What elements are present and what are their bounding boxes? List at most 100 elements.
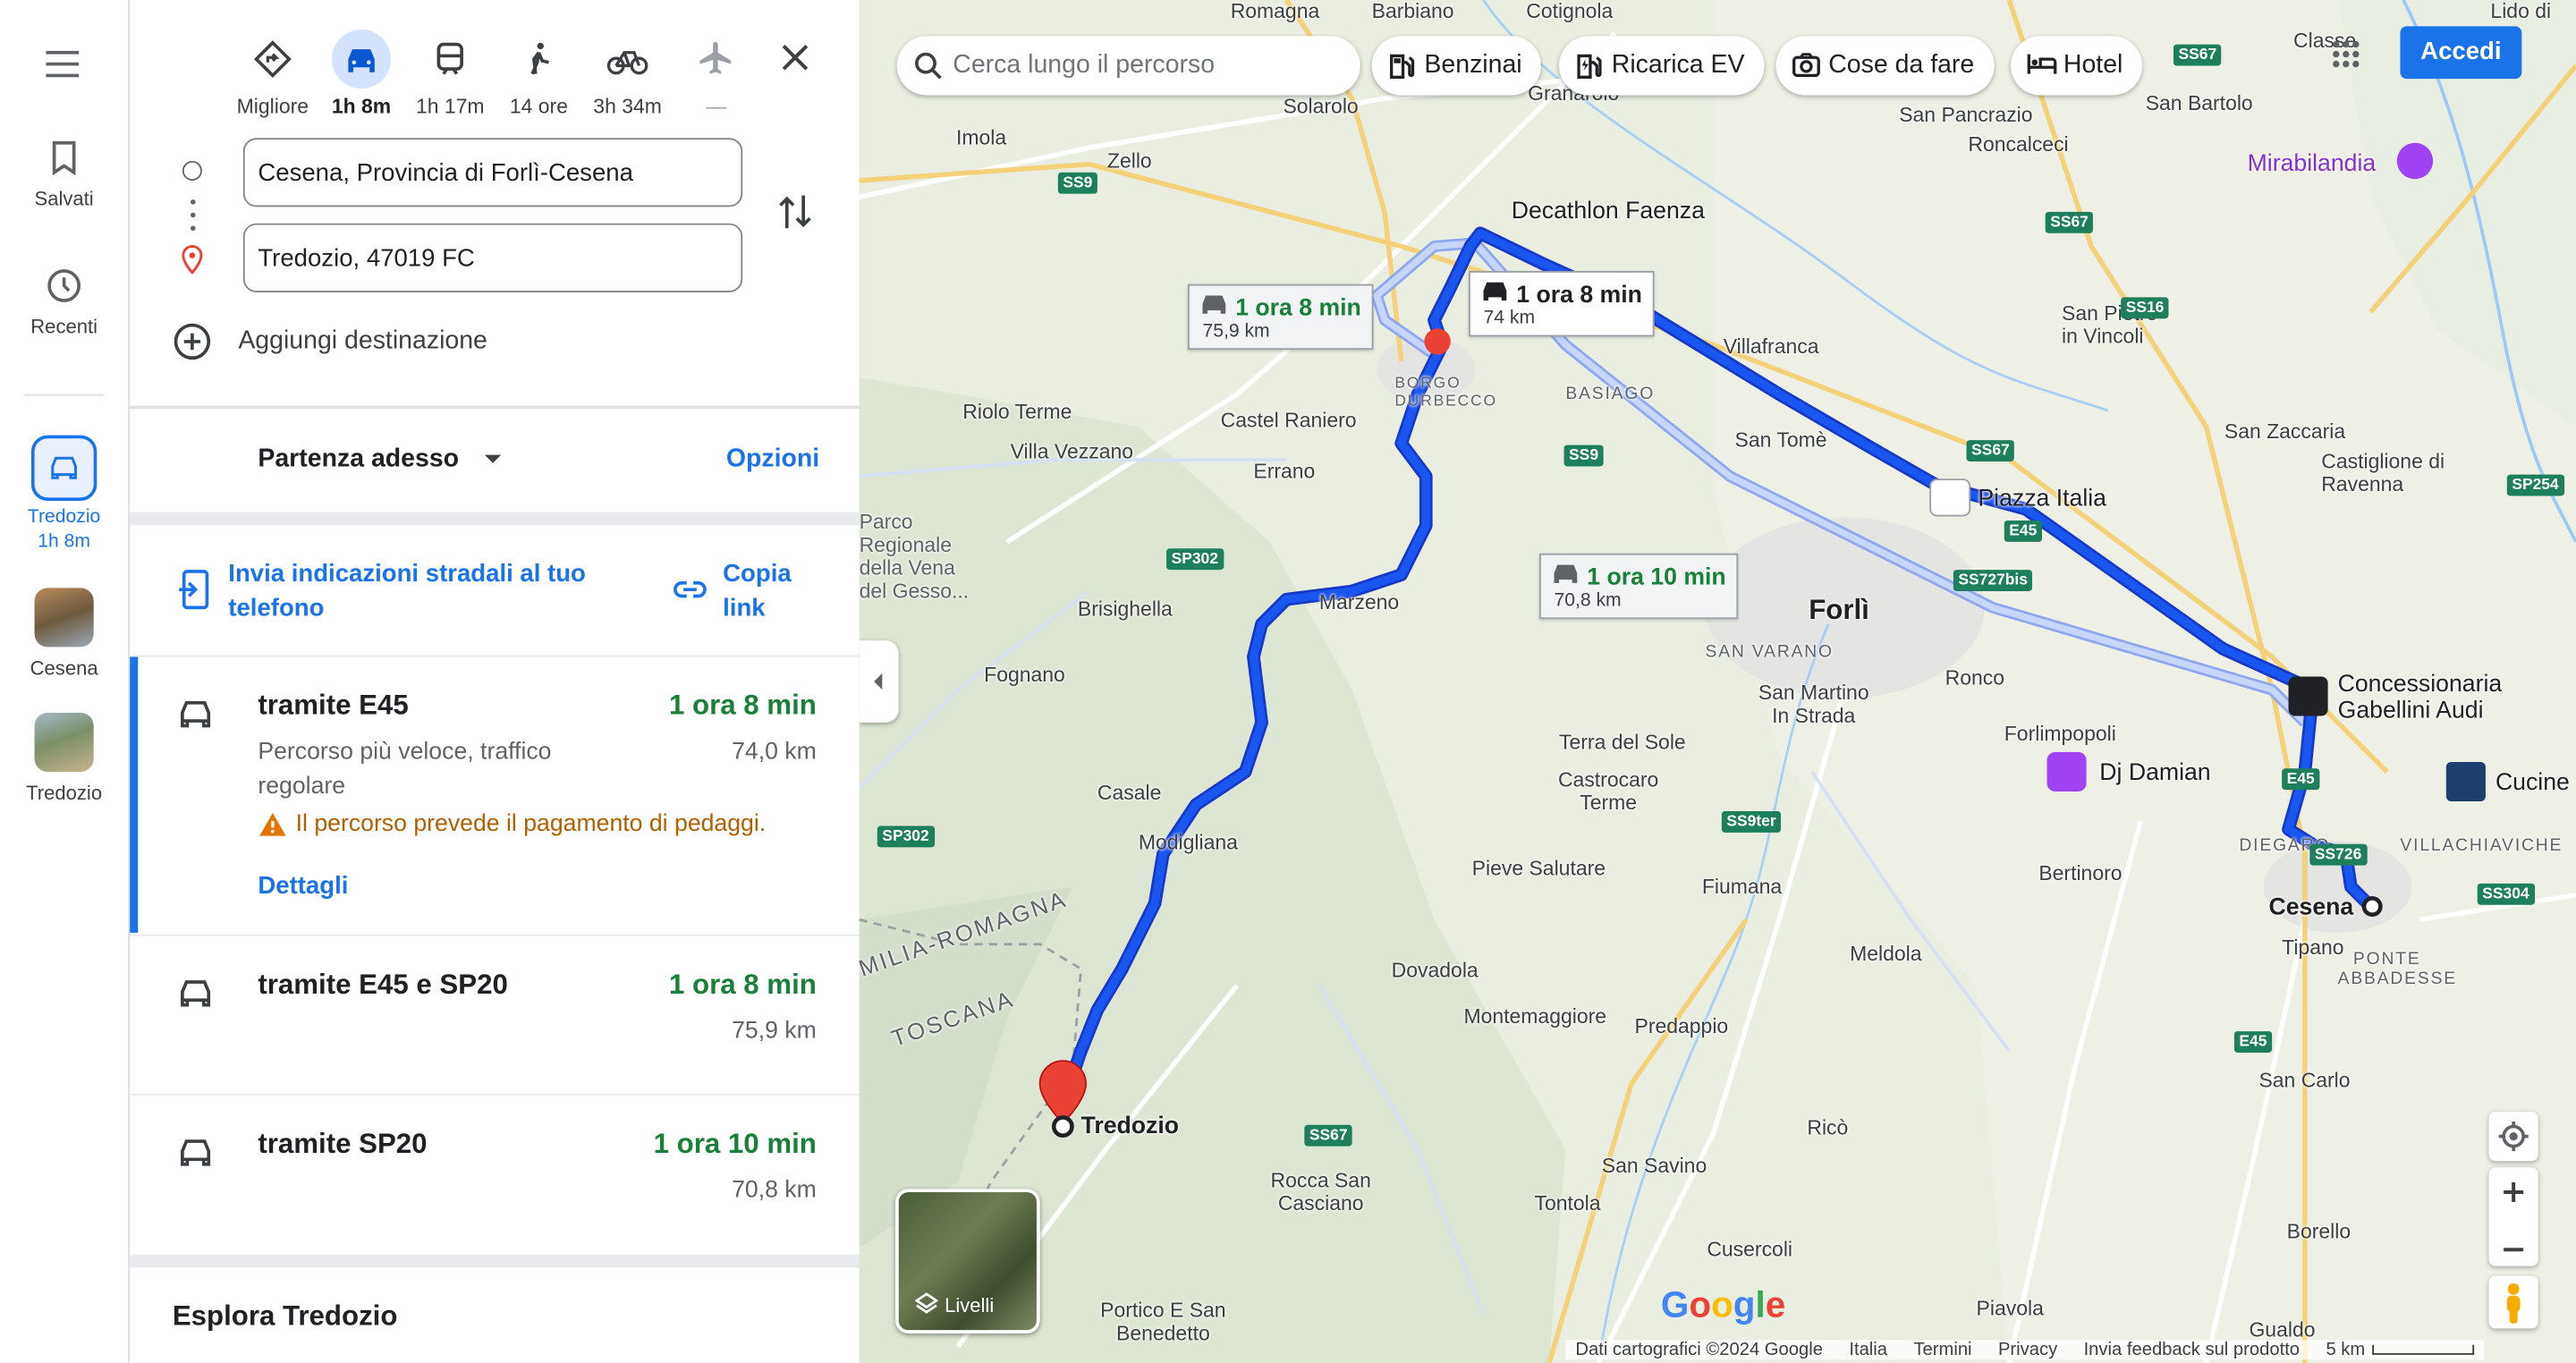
route-option-2[interactable]: tramite E45 e SP20 1 ora 8 min 75,9 km bbox=[130, 936, 859, 1094]
country-link[interactable]: Italia bbox=[1849, 1340, 1887, 1359]
cesena-thumbnail-label: Cesena bbox=[30, 656, 98, 681]
my-location-button[interactable] bbox=[2488, 1112, 2538, 1162]
close-icon[interactable] bbox=[774, 36, 817, 79]
map-label: San Zaccaria bbox=[2224, 420, 2346, 444]
car-icon bbox=[181, 980, 211, 1007]
map-label: San Tomè bbox=[1734, 428, 1827, 452]
privacy-link[interactable]: Privacy bbox=[1998, 1340, 2057, 1359]
cesena-thumbnail[interactable] bbox=[34, 588, 94, 648]
map-canvas[interactable]: Romagna Barbiano Cotignola Lido di Class… bbox=[859, 0, 2576, 1363]
destination-pin-icon bbox=[182, 244, 203, 275]
divider bbox=[130, 405, 860, 410]
destination-input[interactable]: Tredozio, 47019 FC bbox=[242, 223, 743, 292]
map-label: Piavola bbox=[1976, 1297, 2044, 1321]
swap-icon[interactable] bbox=[774, 189, 817, 234]
route-dots-icon bbox=[191, 195, 196, 232]
explore-heading: Esplora Tredozio bbox=[172, 1300, 398, 1333]
map-label: Cesena bbox=[2268, 894, 2354, 922]
terms-link[interactable]: Termini bbox=[1913, 1340, 1971, 1359]
google-logo: Google bbox=[1660, 1283, 1786, 1325]
active-trip-destination: Tredozio bbox=[27, 507, 101, 528]
car-icon bbox=[1202, 295, 1226, 314]
chip-things-to-do[interactable]: Cose da fare bbox=[1775, 36, 1995, 96]
origin-input[interactable]: Cesena, Provincia di Forlì-Cesena bbox=[242, 138, 743, 207]
chip-ev-charging[interactable]: Ricarica EV bbox=[1559, 36, 1765, 96]
active-trip-button[interactable] bbox=[30, 435, 97, 502]
mode-flight[interactable]: — bbox=[672, 30, 760, 118]
callout-time: 1 ora 8 min bbox=[1235, 295, 1361, 322]
route-name: tramite E45 e SP20 bbox=[258, 969, 508, 1001]
map-label: San Savino bbox=[1601, 1154, 1707, 1178]
options-button[interactable]: Opzioni bbox=[726, 445, 819, 475]
road-shield: SS67 bbox=[1304, 1124, 1353, 1147]
map-label: Villafranca bbox=[1723, 334, 1819, 359]
tredozio-thumbnail-label: Tredozio bbox=[26, 781, 103, 805]
mode-best[interactable]: Migliore bbox=[228, 30, 317, 118]
scale-bar[interactable]: 5 km bbox=[2326, 1340, 2474, 1359]
road-shield: E45 bbox=[2282, 768, 2320, 791]
map-base-layer bbox=[859, 0, 2576, 1363]
map-label: Montemaggiore bbox=[1463, 1004, 1607, 1029]
route-callout-alt-1[interactable]: 1 ora 8 min 75,9 km bbox=[1187, 284, 1373, 351]
layers-button[interactable]: Livelli bbox=[895, 1189, 1040, 1333]
mode-best-label: Migliore bbox=[236, 95, 309, 119]
map-label: Terra del Sole bbox=[1559, 731, 1686, 754]
map-label: Castiglione di Ravenna bbox=[2321, 450, 2445, 496]
mode-bike[interactable]: 3h 34m bbox=[583, 30, 672, 118]
departure-dropdown[interactable]: Partenza adesso bbox=[258, 445, 502, 475]
zoom-out-icon[interactable] bbox=[2489, 1225, 2538, 1274]
chip-gas-stations[interactable]: Benzinai bbox=[1371, 36, 1542, 96]
collapse-panel-button[interactable] bbox=[859, 640, 899, 723]
add-destination-button[interactable]: Aggiungi destinazione bbox=[173, 322, 487, 361]
saved-button[interactable]: Salvati bbox=[0, 138, 128, 210]
route-callout-alt-2[interactable]: 1 ora 10 min 70,8 km bbox=[1538, 553, 1738, 620]
map-label: Lido di bbox=[2490, 0, 2552, 23]
copy-link-button[interactable]: Copia link bbox=[723, 556, 838, 625]
street-view-pegman[interactable] bbox=[2488, 1275, 2538, 1329]
walk-icon bbox=[530, 42, 549, 75]
search-along-route-input[interactable]: Cerca lungo il percorso bbox=[896, 36, 1360, 96]
map-label: Piazza Italia bbox=[1978, 486, 2106, 512]
mode-transit[interactable]: 1h 17m bbox=[406, 30, 495, 118]
route-callout-selected[interactable]: 1 ora 8 min 74 km bbox=[1469, 270, 1654, 337]
directions-panel: Migliore 1h 8m 1h 17m 14 ore 3h 34m — Ce… bbox=[130, 0, 860, 1363]
route-option-3[interactable]: tramite SP20 1 ora 10 min 70,8 km bbox=[130, 1096, 859, 1253]
map-label: Ricò bbox=[1807, 1116, 1849, 1140]
route-description: Percorso più veloce, traffico regolare bbox=[258, 739, 552, 800]
road-shield: SS304 bbox=[2477, 883, 2535, 905]
route-time: 1 ora 8 min bbox=[668, 969, 817, 1001]
search-icon bbox=[915, 52, 942, 80]
map-label: Rocca San Casciano bbox=[1270, 1169, 1371, 1215]
map-label: Riolo Terme bbox=[962, 401, 1072, 424]
road-shield: SP302 bbox=[877, 825, 935, 848]
details-link[interactable]: Dettagli bbox=[258, 872, 348, 900]
recent-label: Recenti bbox=[30, 315, 97, 339]
sign-in-button[interactable]: Accedi bbox=[2400, 26, 2522, 80]
mode-flight-label: — bbox=[706, 95, 727, 119]
tredozio-thumbnail[interactable] bbox=[34, 712, 94, 772]
my-location-icon bbox=[2498, 1122, 2529, 1152]
map-label: Imola bbox=[955, 126, 1007, 150]
toll-warning-text: Il percorso prevede il pagamento di peda… bbox=[295, 811, 767, 838]
route-option-1[interactable]: tramite E45 1 ora 8 min Percorso più vel… bbox=[130, 656, 859, 932]
search-placeholder: Cerca lungo il percorso bbox=[953, 50, 1216, 80]
route-distance: 75,9 km bbox=[732, 1018, 817, 1045]
feedback-link[interactable]: Invia feedback sul prodotto bbox=[2084, 1340, 2300, 1359]
chip-hotels[interactable]: Hotel bbox=[2011, 36, 2143, 96]
active-trip-label: Tredozio 1h 8m bbox=[0, 506, 128, 555]
menu-icon[interactable] bbox=[43, 46, 86, 81]
recent-button[interactable]: Recenti bbox=[0, 266, 128, 338]
zoom-in-icon[interactable] bbox=[2489, 1167, 2538, 1216]
send-to-phone-link[interactable]: Invia indicazioni stradali al tuo telefo… bbox=[228, 556, 623, 625]
active-trip-time: 1h 8m bbox=[38, 531, 90, 552]
apps-grid-icon[interactable] bbox=[2331, 39, 2360, 69]
car-icon bbox=[1483, 282, 1507, 301]
camera-icon bbox=[1792, 53, 1820, 78]
map-label: Dj Damian bbox=[2099, 760, 2211, 787]
map-label: Romagna bbox=[1230, 0, 1320, 23]
saved-label: Salvati bbox=[34, 187, 94, 211]
road-shield: SS67 bbox=[2045, 211, 2094, 233]
mode-walk[interactable]: 14 ore bbox=[495, 30, 583, 118]
road-shield: SS16 bbox=[2121, 297, 2169, 319]
mode-car[interactable]: 1h 8m bbox=[317, 30, 405, 118]
